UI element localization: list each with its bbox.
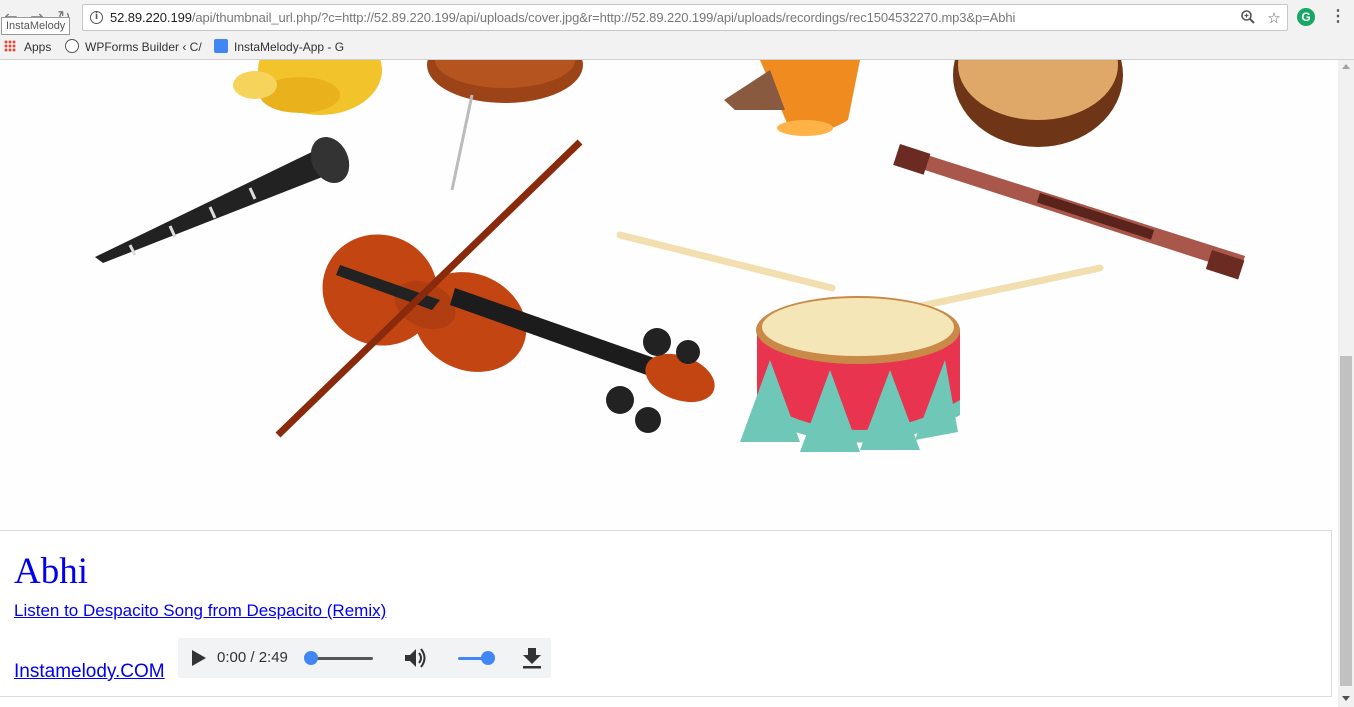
url-path: /api/thumbnail_url.php/?c=http://52.89.2…	[191, 10, 1016, 25]
url-text[interactable]: 52.89.220.199/api/thumbnail_url.php/?c=h…	[110, 10, 1015, 25]
wordpress-icon	[65, 39, 79, 53]
scroll-up-arrow-icon[interactable]	[1342, 64, 1350, 69]
page-title[interactable]: Abhi	[14, 550, 88, 594]
instamelody-site-link[interactable]: Instamelody.COM	[14, 661, 165, 683]
download-icon[interactable]	[522, 647, 542, 669]
bookmark-label: Apps	[24, 40, 52, 54]
bookmark-label: WPForms Builder ‹ C/	[85, 40, 202, 54]
progress-track[interactable]	[310, 657, 373, 660]
progress-thumb[interactable]	[304, 651, 318, 665]
volume-thumb[interactable]	[481, 651, 495, 665]
time-display: 0:00 / 2:49	[217, 649, 288, 666]
google-docs-icon	[214, 39, 228, 53]
info-icon[interactable]: i	[90, 11, 103, 24]
scroll-down-arrow-icon[interactable]	[1342, 696, 1350, 701]
address-bar[interactable]: i 52.89.220.199/api/thumbnail_url.php/?c…	[82, 4, 1288, 31]
listen-song-link[interactable]: Listen to Despacito Song from Despacito …	[14, 601, 386, 621]
bookmark-wpforms[interactable]: WPForms Builder ‹ C/	[65, 38, 202, 56]
star-icon[interactable]: ☆	[1265, 9, 1283, 27]
tab-tooltip: InstaMelody	[1, 17, 71, 35]
volume-icon[interactable]	[403, 647, 429, 669]
audio-player[interactable]: 0:00 / 2:49	[178, 638, 551, 678]
cover-image	[0, 60, 1332, 531]
instruments-illustration	[0, 60, 1332, 530]
play-icon[interactable]	[188, 648, 208, 668]
bookmark-instamelody-app[interactable]: InstaMelody-App - G	[214, 38, 344, 56]
grammarly-icon[interactable]: G	[1297, 8, 1315, 26]
scroll-thumb[interactable]	[1340, 356, 1352, 686]
bookmark-label: InstaMelody-App - G	[234, 40, 345, 54]
menu-icon[interactable]: ⋮	[1330, 6, 1346, 28]
content-card: Abhi Listen to Despacito Song from Despa…	[0, 60, 1332, 697]
bookmark-apps[interactable]: Apps	[4, 38, 51, 56]
vertical-scrollbar[interactable]	[1338, 60, 1354, 707]
url-host: 52.89.220.199	[110, 10, 192, 25]
bookmarks-bar: Apps WPForms Builder ‹ C/ InstaMelody-Ap…	[0, 35, 1354, 60]
browser-toolbar: ← → ↻ InstaMelody i 52.89.220.199/api/th…	[0, 0, 1354, 35]
page-viewport: Abhi Listen to Despacito Song from Despa…	[0, 60, 1338, 707]
zoom-icon[interactable]	[1239, 9, 1257, 27]
apps-grid-icon	[4, 40, 16, 52]
drum-illustration	[740, 296, 960, 452]
